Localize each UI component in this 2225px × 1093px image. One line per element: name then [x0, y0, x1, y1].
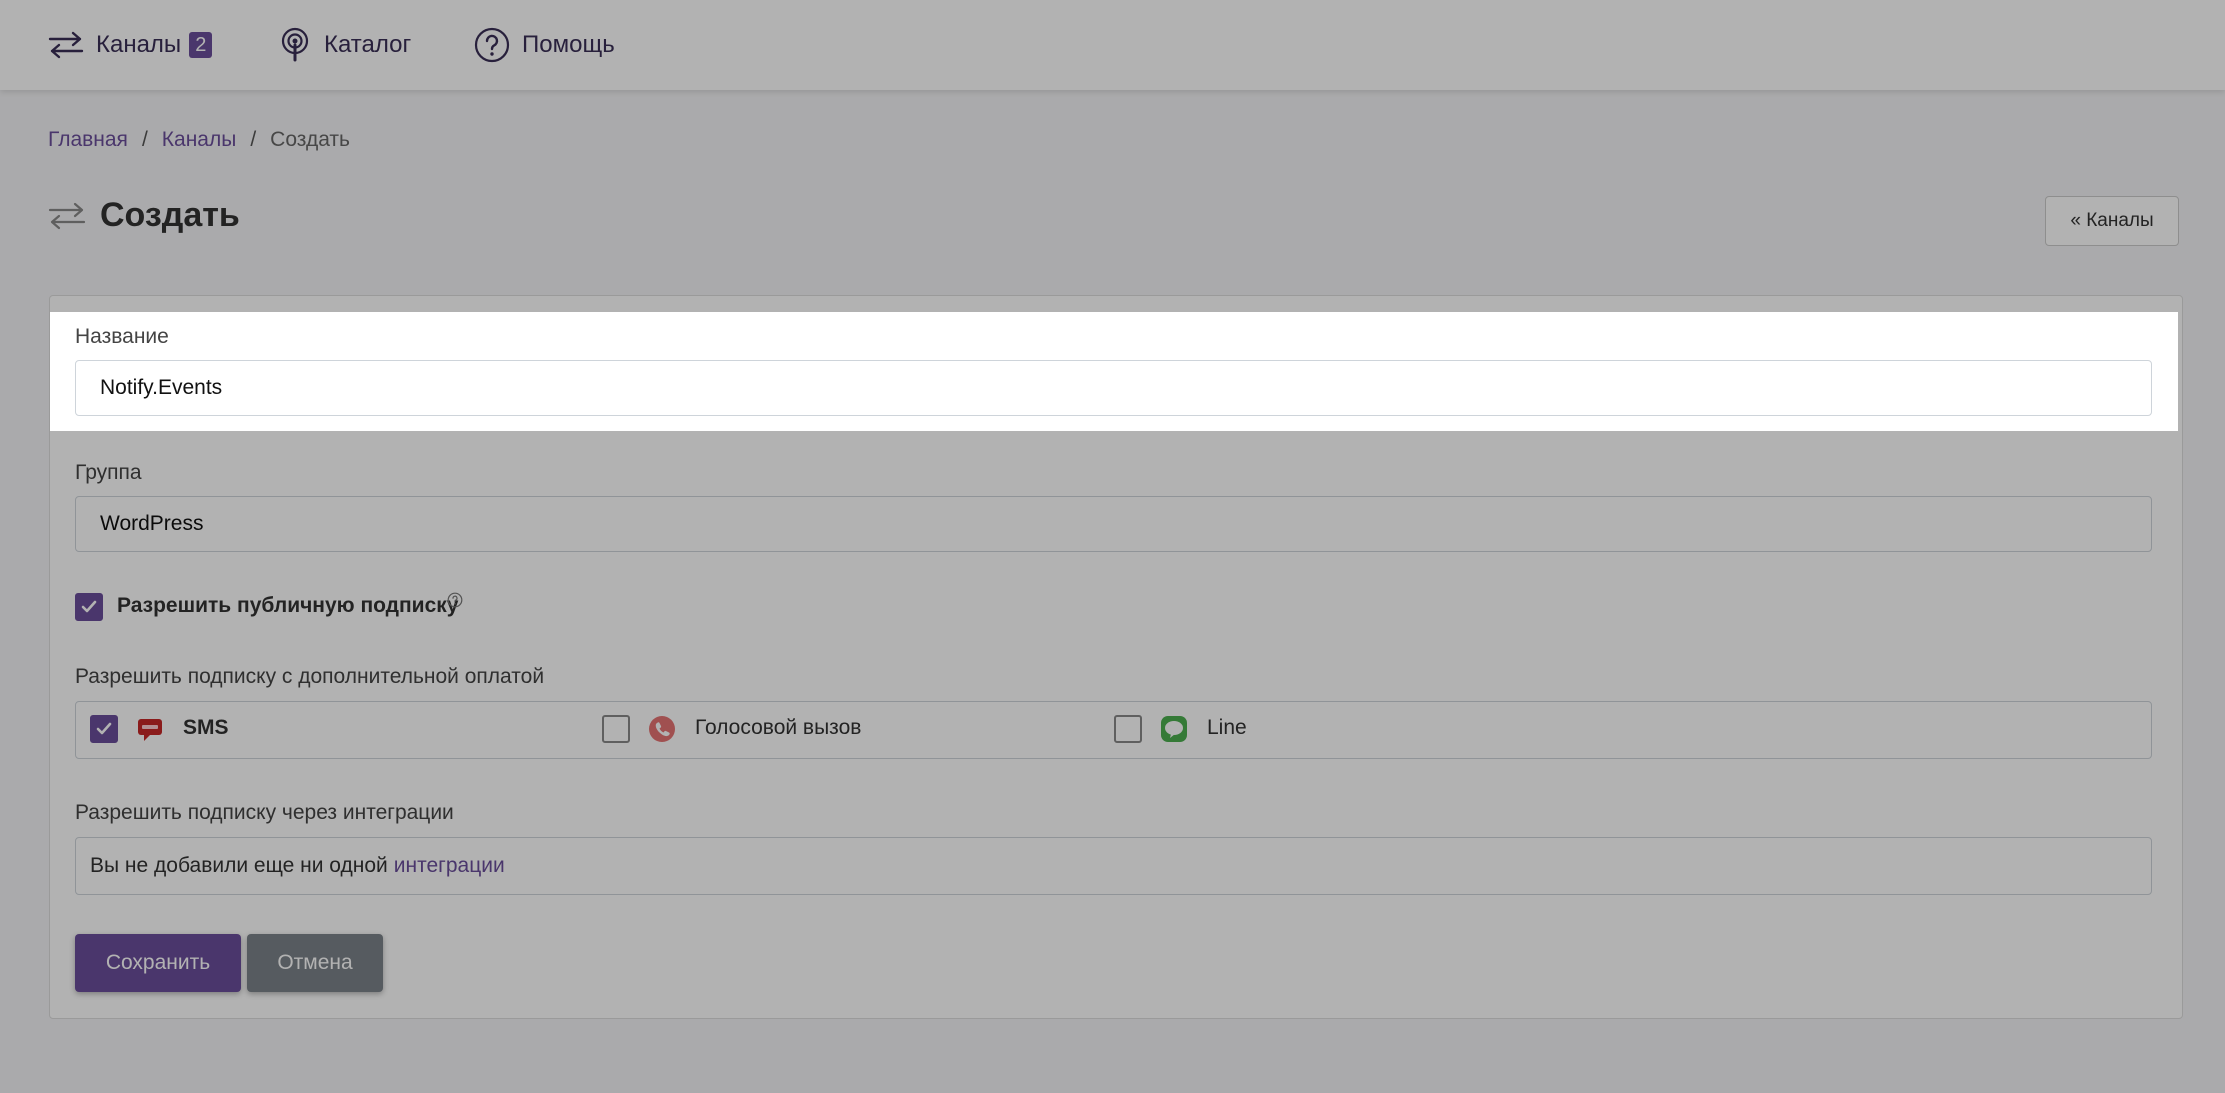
- nav-channels[interactable]: Каналы 2: [48, 22, 213, 68]
- nav-channels-label: Каналы: [96, 31, 182, 58]
- top-navbar: Каналы 2 Каталог Помощь: [0, 0, 2225, 90]
- paid-subscription-label: Разрешить подписку с дополнительной опла…: [75, 665, 545, 688]
- question-circle-icon: [474, 27, 510, 63]
- line-label: Line: [1207, 716, 1247, 739]
- line-icon: [1161, 716, 1187, 742]
- dim-overlay-right: [2178, 312, 2225, 431]
- line-checkbox[interactable]: [1114, 715, 1142, 743]
- group-input[interactable]: [75, 496, 2152, 552]
- breadcrumb-current: Создать: [270, 128, 350, 151]
- voice-call-checkbox[interactable]: [602, 715, 630, 743]
- nav-help-label: Помощь: [522, 31, 615, 58]
- integrations-label: Разрешить подписку через интеграции: [75, 801, 454, 824]
- name-label: Название: [75, 325, 169, 348]
- breadcrumb-separator: /: [141, 128, 148, 151]
- podcast-icon: [281, 27, 309, 62]
- nav-help[interactable]: Помощь: [474, 22, 615, 68]
- breadcrumb: Главная / Каналы / Создать: [48, 128, 350, 152]
- integrations-empty-text: Вы не добавили еще ни одной: [90, 854, 388, 877]
- check-icon: [81, 600, 97, 613]
- page-title: Создать: [100, 196, 240, 234]
- dim-overlay-left: [0, 312, 50, 431]
- phone-call-icon: [649, 716, 675, 742]
- sms-label: SMS: [183, 716, 229, 739]
- back-to-channels-button[interactable]: « Каналы: [2045, 196, 2179, 246]
- nav-catalog[interactable]: Каталог: [278, 22, 411, 68]
- cancel-button[interactable]: Отмена: [247, 934, 383, 992]
- breadcrumb-separator: /: [250, 128, 257, 151]
- voice-call-label: Голосовой вызов: [695, 716, 862, 739]
- save-button[interactable]: Сохранить: [75, 934, 241, 992]
- integrations-box: Вы не добавили еще ни одной интеграции: [75, 837, 2152, 895]
- arrows-exchange-icon: [48, 31, 84, 59]
- name-input[interactable]: [75, 360, 2152, 416]
- public-subscription-label: Разрешить публичную подписку: [117, 594, 459, 617]
- help-tooltip-icon[interactable]: [447, 592, 463, 608]
- page-header: Создать: [48, 196, 240, 235]
- breadcrumb-channels[interactable]: Каналы: [162, 128, 237, 151]
- sms-checkbox[interactable]: [90, 715, 118, 743]
- group-label: Группа: [75, 461, 142, 484]
- check-icon: [96, 722, 112, 735]
- integrations-link[interactable]: интеграции: [394, 854, 505, 878]
- public-subscription-checkbox[interactable]: [75, 593, 103, 621]
- breadcrumb-home[interactable]: Главная: [48, 128, 128, 151]
- channels-count-badge: 2: [189, 32, 213, 58]
- sms-icon: [138, 719, 162, 741]
- arrows-exchange-icon: [48, 202, 86, 229]
- nav-catalog-label: Каталог: [324, 31, 412, 58]
